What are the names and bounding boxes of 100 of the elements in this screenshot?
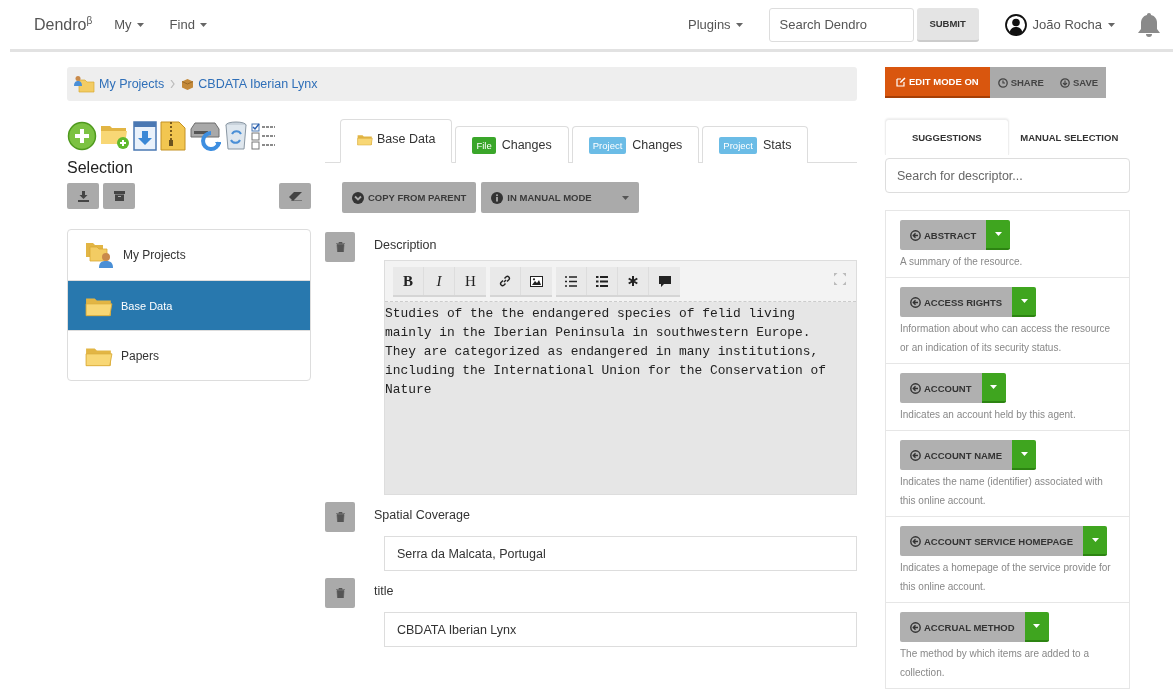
tab[interactable]: File Changes (455, 126, 569, 163)
mode-dropdown[interactable]: IN MANUAL MODE (481, 182, 639, 213)
text-field[interactable]: CBDATA Iberian Lynx (384, 612, 857, 647)
arrow-circle-icon (910, 382, 921, 394)
type-badge: File (472, 136, 496, 154)
field-label: Description (374, 237, 438, 254)
breadcrumb-link[interactable]: My Projects (73, 75, 165, 93)
user-menu[interactable]: João Rocha (1004, 13, 1115, 36)
add-icon[interactable] (67, 121, 97, 151)
arrow-circle-icon (910, 621, 921, 633)
recycle-bin-icon[interactable] (224, 121, 248, 151)
descriptor-button[interactable]: ABSTRACT (900, 220, 987, 250)
delete-button[interactable] (325, 232, 355, 262)
descriptor-button[interactable]: ACCRUAL METHOD (900, 612, 1025, 642)
tab[interactable]: MANUAL SELECTION (1008, 119, 1130, 155)
delete-button[interactable] (325, 502, 355, 532)
tab[interactable]: Project Stats (702, 126, 809, 163)
italic-button[interactable]: I (424, 267, 455, 295)
descriptor-description: A summary of the resource. (900, 255, 1024, 269)
download-circle-icon (1059, 77, 1070, 88)
folder-item[interactable]: Base Data (68, 280, 310, 330)
descriptor-button[interactable]: ACCOUNT SERVICE HOMEPAGE (900, 526, 1084, 556)
caret-icon (1020, 452, 1028, 456)
trash-icon (335, 588, 345, 598)
arrow-circle-icon (910, 296, 921, 308)
trash-icon (335, 242, 345, 252)
descriptor-description: Indicates a homepage of the service provide for this online account. (900, 561, 1112, 594)
package-icon (181, 77, 195, 91)
caret-icon (1108, 22, 1115, 27)
tab[interactable]: Base Data (340, 119, 453, 163)
save-button[interactable]: SAVE (1051, 67, 1107, 98)
dropdown-toggle[interactable] (1024, 612, 1049, 642)
search-field[interactable]: Search Dendro (768, 7, 914, 42)
descriptor-description: Indicates an account held by this agent. (900, 408, 1077, 422)
submit-button[interactable]: SUBMIT (916, 7, 979, 42)
rich-text-editor[interactable] (384, 260, 857, 495)
nav-menu[interactable]: My (114, 17, 144, 32)
descriptor-button[interactable]: ACCESS RIGHTS (900, 287, 1013, 317)
tab[interactable]: Project Changes (571, 126, 700, 163)
dropdown-toggle[interactable] (1012, 440, 1037, 470)
caret-icon (621, 195, 629, 200)
folder-item[interactable]: My Projects (68, 230, 310, 280)
checklist-icon[interactable] (251, 121, 277, 151)
caret-icon (1033, 624, 1041, 628)
folder-icon (357, 132, 373, 146)
user-folder-icon (85, 241, 115, 269)
caret-icon (1020, 299, 1028, 303)
archive-button[interactable] (103, 183, 135, 209)
bullet-list-icon (596, 275, 608, 287)
comment-icon (658, 275, 671, 287)
drive-sync-icon[interactable] (189, 121, 221, 151)
text-field[interactable]: Serra da Malcata, Portugal (384, 536, 857, 571)
eraser-icon (288, 191, 302, 201)
descriptor-search-field[interactable]: Search for descriptor... (885, 158, 1130, 193)
type-badge: Project (588, 136, 627, 154)
folder-item[interactable]: Papers (68, 330, 310, 380)
field-label: title (374, 583, 395, 600)
ordered-list-icon (565, 275, 577, 287)
caret-icon (136, 22, 144, 27)
caret-icon (735, 22, 743, 27)
descriptor-button[interactable]: ACCOUNT (900, 373, 982, 403)
caret-icon (1091, 538, 1099, 542)
breadcrumb-link[interactable]: CBDATA Iberian Lynx (181, 77, 318, 91)
download-button[interactable] (67, 183, 99, 209)
dropdown-toggle[interactable] (981, 373, 1006, 403)
tab[interactable]: SUGGESTIONS (885, 119, 1009, 155)
dropdown-toggle[interactable] (1012, 287, 1037, 317)
descriptor-description: Information about who can access the resource or an indication of its security status. (900, 322, 1112, 355)
dropdown-toggle[interactable] (986, 220, 1011, 250)
descriptor-button[interactable]: ACCOUNT NAME (900, 440, 1013, 470)
copy-button[interactable]: COPY FROM PARENT (342, 182, 477, 213)
clock-icon (997, 77, 1008, 88)
caret-icon (990, 385, 997, 389)
dropdown-toggle[interactable] (1083, 526, 1108, 556)
share-button[interactable]: SHARE (989, 67, 1052, 98)
zip-file-icon[interactable] (160, 121, 186, 151)
section-title: Selection (67, 159, 134, 177)
image-icon (530, 275, 543, 287)
descriptor-description: Indicates the name (identifier) associated with this online account. (900, 475, 1104, 508)
archive-icon (113, 191, 125, 201)
edit-icon (896, 76, 906, 87)
plugins-menu[interactable]: Plugins (687, 17, 743, 32)
bold-button[interactable]: B (393, 267, 424, 295)
brand-logo[interactable]: Dendro$^{β}$ (34, 14, 93, 35)
delete-button[interactable] (325, 578, 355, 608)
eraser-button[interactable] (279, 183, 311, 209)
chevron-circle-icon (352, 191, 364, 204)
download-tray-icon (77, 190, 89, 202)
type-badge: Project (719, 136, 757, 154)
nav-menu[interactable]: Find (169, 17, 207, 32)
asterisk-icon (628, 276, 638, 286)
edit-button[interactable]: EDIT MODE ON (885, 67, 990, 98)
download-icon[interactable] (133, 121, 157, 151)
heading-button[interactable]: H (455, 267, 486, 295)
arrow-circle-icon (910, 535, 921, 547)
chevron-icon (170, 80, 176, 88)
arrow-circle-icon (910, 449, 921, 461)
notification-bell-icon[interactable] (1137, 11, 1161, 38)
field-label: Spatial Coverage (374, 507, 471, 524)
caret-icon (199, 22, 207, 27)
